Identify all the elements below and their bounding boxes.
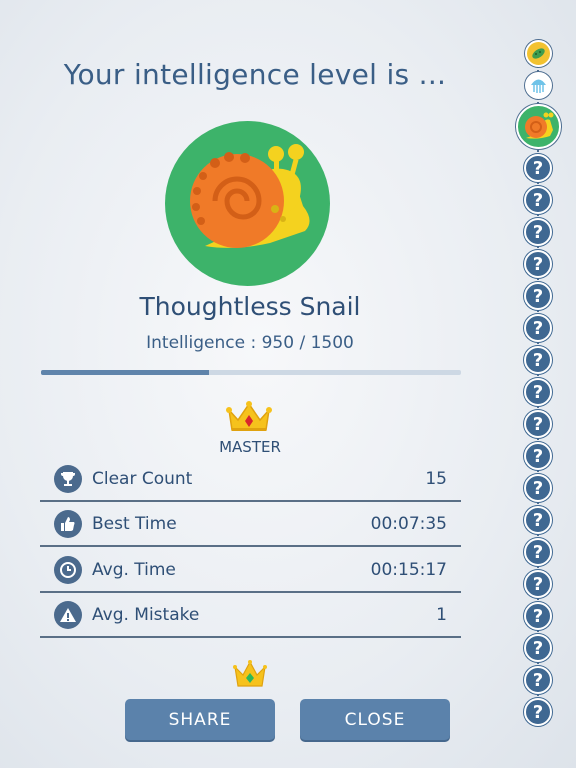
bacteria-icon[interactable] xyxy=(525,40,552,67)
stat-label: Best Time xyxy=(92,514,177,534)
locked-level-icon[interactable]: ? xyxy=(524,474,552,502)
locked-level-icon[interactable]: ? xyxy=(524,346,552,374)
snail-avatar xyxy=(165,121,330,286)
locked-level-icon[interactable]: ? xyxy=(524,602,552,630)
locked-level-icon[interactable]: ? xyxy=(524,250,552,278)
close-button[interactable]: CLOSE xyxy=(300,699,450,740)
locked-level-icon[interactable]: ? xyxy=(524,410,552,438)
thumbs-up-icon xyxy=(54,510,82,538)
stat-value: 15 xyxy=(425,469,447,489)
warning-icon xyxy=(54,601,82,629)
result-heading: Your intelligence level is ... xyxy=(63,58,447,91)
intelligence-progress-fill xyxy=(41,370,209,375)
locked-level-icon[interactable]: ? xyxy=(524,186,552,214)
locked-level-icon[interactable]: ? xyxy=(524,506,552,534)
locked-level-icon[interactable]: ? xyxy=(524,442,552,470)
stat-label: Avg. Time xyxy=(92,560,176,580)
locked-level-icon[interactable]: ? xyxy=(524,666,552,694)
stat-label: Clear Count xyxy=(92,469,193,489)
stat-row-clear-count: Clear Count 15 xyxy=(40,458,461,502)
stat-row-avg-time: Avg. Time 00:15:17 xyxy=(40,549,461,593)
intelligence-progress-bar xyxy=(41,370,461,375)
stat-label: Avg. Mistake xyxy=(92,605,200,625)
locked-level-icon[interactable]: ? xyxy=(524,538,552,566)
share-button[interactable]: SHARE xyxy=(125,699,275,740)
creature-name: Thoughtless Snail xyxy=(139,292,361,321)
locked-level-icon[interactable]: ? xyxy=(524,314,552,342)
clock-icon xyxy=(54,556,82,584)
locked-level-icon[interactable]: ? xyxy=(524,698,552,726)
intelligence-score: Intelligence : 950 / 1500 xyxy=(146,333,354,353)
jellyfish-icon[interactable] xyxy=(525,72,552,99)
trophy-icon xyxy=(54,465,82,493)
crown-icon xyxy=(226,400,272,434)
locked-level-icon[interactable]: ? xyxy=(524,282,552,310)
rank-label: MASTER xyxy=(219,438,281,456)
snail-icon xyxy=(190,144,310,248)
stat-row-best-time: Best Time 00:07:35 xyxy=(40,503,461,547)
stat-row-avg-mistake: Avg. Mistake 1 xyxy=(40,594,461,638)
current-level-snail-icon[interactable] xyxy=(516,104,561,149)
locked-level-icon[interactable]: ? xyxy=(524,218,552,246)
stat-value: 1 xyxy=(436,605,447,625)
locked-level-icon[interactable]: ? xyxy=(524,570,552,598)
locked-level-icon[interactable]: ? xyxy=(524,154,552,182)
small-crown-icon xyxy=(233,659,267,689)
stat-value: 00:15:17 xyxy=(370,560,447,580)
locked-level-icon[interactable]: ? xyxy=(524,378,552,406)
stat-value: 00:07:35 xyxy=(370,514,447,534)
locked-level-icon[interactable]: ? xyxy=(524,634,552,662)
